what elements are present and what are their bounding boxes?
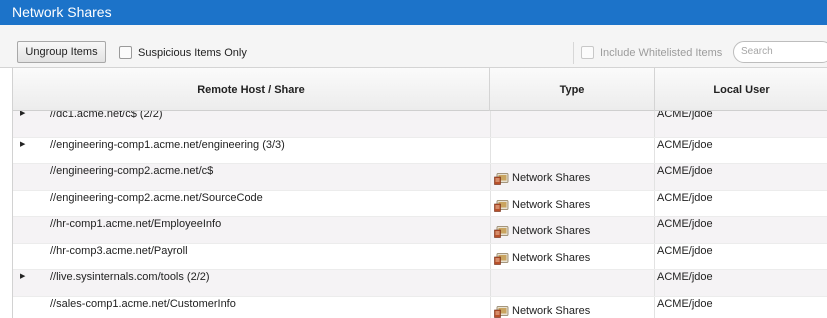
suspicious-items-only-checkbox[interactable]: Suspicious Items Only xyxy=(119,46,247,59)
column-header-local-user[interactable]: Local User xyxy=(655,68,827,111)
table-row[interactable]: //hr-comp1.acme.net/EmployeeInfo Network … xyxy=(13,217,827,244)
cell-remote-host: //hr-comp1.acme.net/EmployeeInfo xyxy=(13,217,490,243)
remote-host-share-text: //dc1.acme.net/c$ (2/2) xyxy=(50,111,163,120)
expand-arrow-icon[interactable]: ▶ xyxy=(20,111,25,117)
cell-type xyxy=(490,111,655,137)
cell-type: Network Shares xyxy=(490,243,655,269)
cell-local-user: ACME/jdoe xyxy=(655,270,827,296)
checkbox-box[interactable] xyxy=(581,46,594,59)
ungroup-items-button[interactable]: Ungroup Items xyxy=(17,41,106,63)
table-row[interactable]: //engineering-comp2.acme.net/c$ Network S… xyxy=(13,164,827,191)
cell-type: Network Shares xyxy=(490,164,655,190)
cell-local-user: ACME/jdoe xyxy=(655,297,827,318)
local-user-text: ACME/jdoe xyxy=(657,111,713,120)
remote-host-share-text: //hr-comp3.acme.net/Payroll xyxy=(50,244,188,257)
cell-remote-host: //hr-comp3.acme.net/Payroll xyxy=(13,244,490,270)
remote-host-share-text: //hr-comp1.acme.net/EmployeeInfo xyxy=(50,218,222,230)
network-share-icon xyxy=(494,226,509,238)
remote-host-share-text: //engineering-comp2.acme.net/c$ xyxy=(50,165,214,177)
toolbar: Ungroup Items Suspicious Items Only Incl… xyxy=(0,25,827,68)
table-row[interactable]: ▶ //live.sysinternals.com/tools (2/2) ACME… xyxy=(13,270,827,297)
table-row[interactable]: //sales-comp1.acme.net/CustomerInfo Netwo… xyxy=(13,296,827,318)
window-titlebar: Network Shares xyxy=(0,0,827,25)
table-row[interactable]: ▶ //dc1.acme.net/c$ (2/2) ACME/jdoe xyxy=(13,111,827,138)
cell-local-user: ACME/jdoe xyxy=(655,217,827,243)
table-row[interactable]: //engineering-comp2.acme.net/SourceCode N… xyxy=(13,190,827,217)
local-user-text: ACME/jdoe xyxy=(657,138,713,151)
table-header: Remote Host / Share Type Local User xyxy=(13,68,827,111)
expand-arrow-icon[interactable]: ▶ xyxy=(20,272,25,280)
suspicious-items-only-label: Suspicious Items Only xyxy=(138,46,247,59)
cell-remote-host: //engineering-comp2.acme.net/SourceCode xyxy=(13,191,490,217)
search-input[interactable]: Search xyxy=(733,41,827,63)
cell-remote-host: ▶ //engineering-comp1.acme.net/engineerin… xyxy=(13,138,490,164)
remote-host-share-text: //live.sysinternals.com/tools (2/2) xyxy=(50,271,210,283)
cell-type xyxy=(490,137,655,163)
cell-type xyxy=(490,270,655,296)
cell-local-user: ACME/jdoe xyxy=(655,244,827,270)
table-body: ▶ //dc1.acme.net/c$ (2/2) ACME/jdoe ▶ //engi… xyxy=(13,111,827,318)
network-share-icon xyxy=(494,252,509,265)
local-user-text: ACME/jdoe xyxy=(657,271,713,283)
type-label: Network Shares xyxy=(512,225,591,237)
column-header-type[interactable]: Type xyxy=(490,68,655,111)
network-share-icon xyxy=(494,199,509,212)
expand-arrow-icon[interactable]: ▶ xyxy=(20,140,25,148)
type-label: Network Shares xyxy=(512,251,591,264)
network-shares-table: Remote Host / Share Type Local User ▶ //d… xyxy=(12,68,827,318)
toolbar-divider xyxy=(573,42,574,64)
cell-type: Network Shares xyxy=(490,217,655,243)
cell-type: Network Shares xyxy=(490,190,655,216)
type-label: Network Shares xyxy=(512,304,591,317)
local-user-text: ACME/jdoe xyxy=(657,191,713,204)
cell-local-user: ACME/jdoe xyxy=(655,191,827,217)
local-user-text: ACME/jdoe xyxy=(657,244,713,257)
remote-host-share-text: //sales-comp1.acme.net/CustomerInfo xyxy=(50,297,236,310)
local-user-text: ACME/jdoe xyxy=(657,165,713,177)
network-share-icon xyxy=(494,305,509,318)
cell-remote-host: //sales-comp1.acme.net/CustomerInfo xyxy=(13,297,490,318)
cell-local-user: ACME/jdoe xyxy=(655,138,827,164)
network-share-icon xyxy=(494,173,509,185)
type-label: Network Shares xyxy=(512,198,591,211)
search-placeholder: Search xyxy=(741,46,773,57)
cell-remote-host: ▶ //live.sysinternals.com/tools (2/2) xyxy=(13,270,490,296)
cell-remote-host: //engineering-comp2.acme.net/c$ xyxy=(13,164,490,190)
remote-host-share-text: //engineering-comp1.acme.net/engineering… xyxy=(50,138,285,151)
include-whitelisted-checkbox[interactable]: Include Whitelisted Items xyxy=(581,46,722,59)
cell-type: Network Shares xyxy=(490,296,655,318)
table-row[interactable]: //hr-comp3.acme.net/Payroll Network Share… xyxy=(13,243,827,270)
local-user-text: ACME/jdoe xyxy=(657,218,713,230)
column-header-remote-host[interactable]: Remote Host / Share xyxy=(13,68,490,111)
cell-local-user: ACME/jdoe xyxy=(655,111,827,137)
local-user-text: ACME/jdoe xyxy=(657,297,713,310)
table-row[interactable]: ▶ //engineering-comp1.acme.net/engineerin… xyxy=(13,137,827,164)
cell-remote-host: ▶ //dc1.acme.net/c$ (2/2) xyxy=(13,111,490,137)
type-label: Network Shares xyxy=(512,172,591,184)
include-whitelisted-label: Include Whitelisted Items xyxy=(600,46,723,59)
window-title: Network Shares xyxy=(12,4,112,20)
remote-host-share-text: //engineering-comp2.acme.net/SourceCode xyxy=(50,191,263,204)
cell-local-user: ACME/jdoe xyxy=(655,164,827,190)
checkbox-box[interactable] xyxy=(119,46,132,59)
